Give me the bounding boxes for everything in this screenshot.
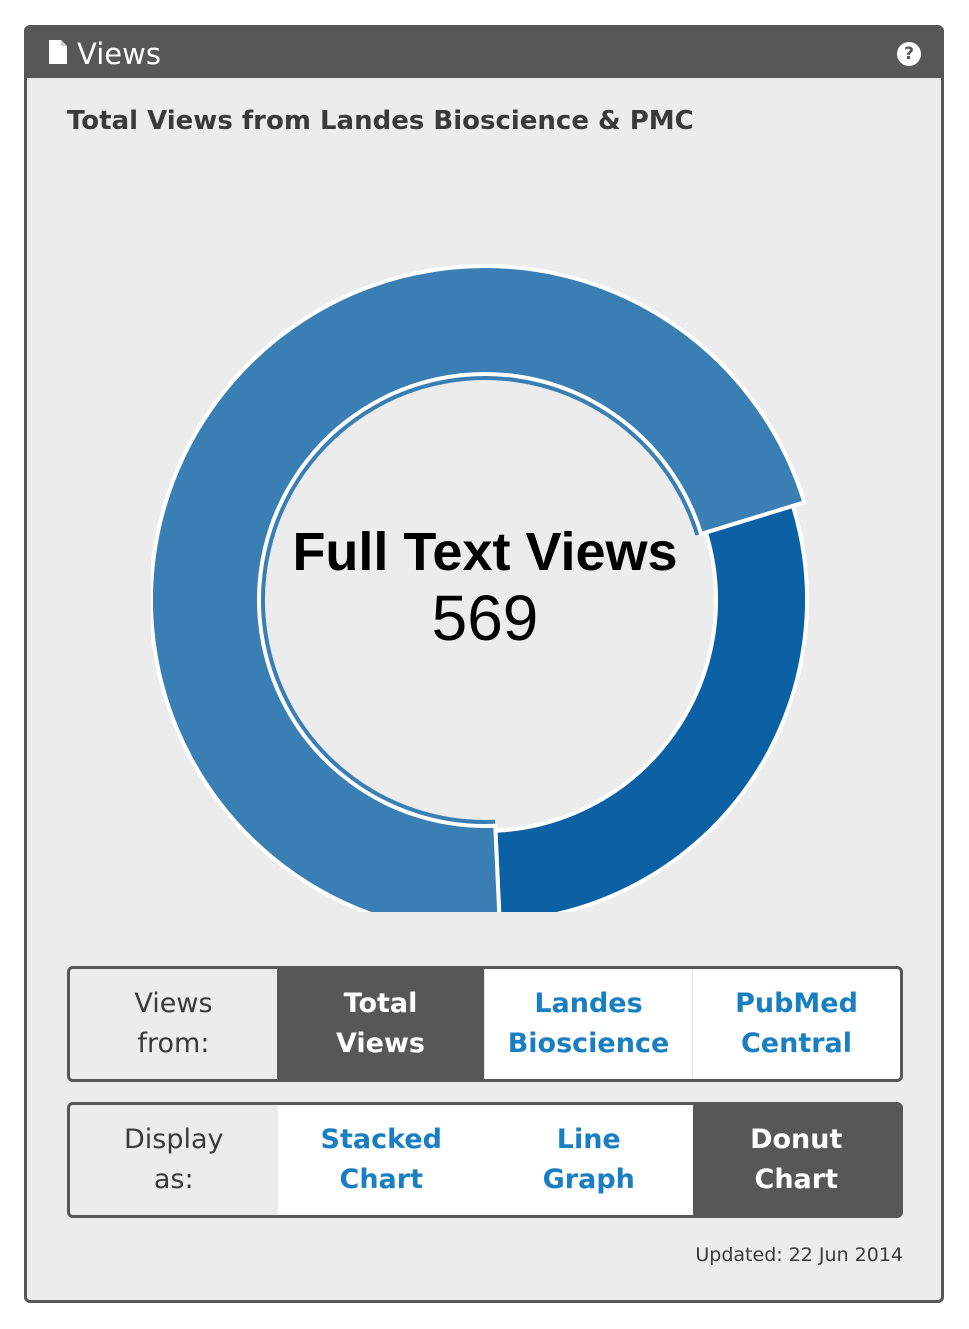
landes-bioscience-button[interactable]: Landes Bioscience (484, 969, 692, 1079)
chart-subtitle: Total Views from Landes Bioscience & PMC (67, 106, 694, 136)
help-icon[interactable]: ? (897, 42, 921, 66)
document-icon (49, 40, 67, 64)
donut-chart: Full Text Views 569 (151, 264, 809, 912)
donut-chart-button[interactable]: Donut Chart (692, 1105, 900, 1215)
updated-timestamp: Updated: 22 Jun 2014 (695, 1244, 903, 1266)
widget-header: Views ? (27, 28, 941, 78)
stacked-chart-button[interactable]: Stacked Chart (277, 1105, 485, 1215)
views-from-label: Views from: (70, 969, 277, 1079)
pubmed-central-button[interactable]: PubMed Central (692, 969, 900, 1079)
display-as-selector: Display as: Stacked Chart Line Graph Donut C… (67, 1102, 903, 1218)
line-graph-button[interactable]: Line Graph (485, 1105, 693, 1215)
widget-title: Views (77, 37, 161, 71)
donut-center-value: 569 (432, 582, 539, 654)
views-from-selector: Views from: Total Views Landes Bioscience P… (67, 966, 903, 1082)
donut-center-label: Full Text Views (292, 522, 677, 582)
views-widget: Views ? Total Views from Landes Bioscien… (24, 25, 944, 1303)
total-views-button[interactable]: Total Views (277, 969, 484, 1079)
display-as-label: Display as: (70, 1105, 278, 1215)
